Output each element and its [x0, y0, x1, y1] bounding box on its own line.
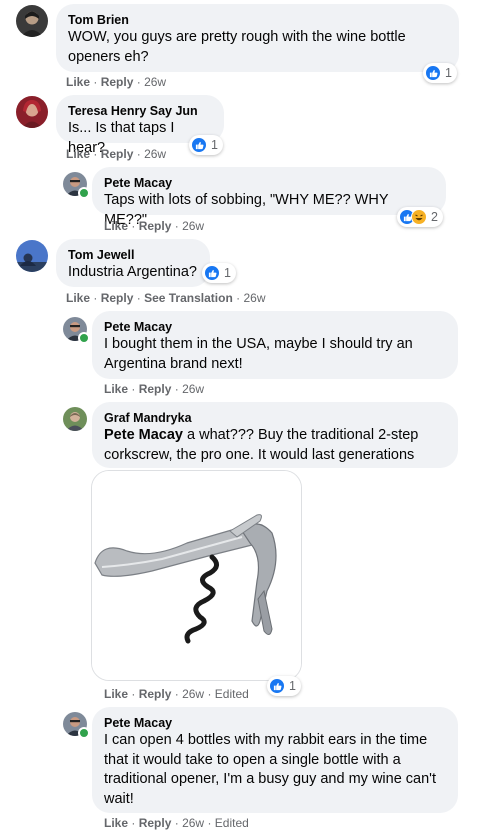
see-translation-link[interactable]: See Translation — [144, 291, 233, 305]
comment-author[interactable]: Pete Macay — [104, 715, 446, 731]
timestamp[interactable]: 26w — [182, 219, 204, 233]
separator: · — [136, 291, 141, 305]
online-status-icon — [78, 187, 90, 199]
separator: · — [93, 291, 98, 305]
haha-reaction-icon — [411, 209, 427, 225]
comment-bubble: Pete Macay Taps with lots of sobbing, "W… — [92, 167, 446, 228]
separator: · — [236, 291, 241, 305]
timestamp[interactable]: 26w — [182, 382, 204, 396]
comment-text: I bought them in the USA, maybe I should… — [104, 336, 413, 372]
mention-link[interactable]: Pete Macay — [104, 427, 183, 443]
like-link[interactable]: Like — [66, 291, 90, 305]
reaction-count: 1 — [289, 679, 296, 693]
comment-actions: Like · Reply · 26w — [104, 218, 204, 234]
edited-label[interactable]: Edited — [215, 687, 249, 701]
separator: · — [136, 75, 141, 89]
separator: · — [174, 816, 179, 830]
comment-actions: Like · Reply · 26w — [66, 74, 166, 90]
comment-author[interactable]: Pete Macay — [104, 319, 446, 335]
separator: · — [174, 219, 179, 233]
like-link[interactable]: Like — [104, 219, 128, 233]
reply-link[interactable]: Reply — [139, 219, 172, 233]
timestamp[interactable]: 26w — [182, 816, 204, 830]
like-link[interactable]: Like — [66, 147, 90, 161]
comment-text: I can open 4 bottles with my rabbit ears… — [104, 732, 436, 807]
comment-author[interactable]: Pete Macay — [104, 175, 434, 191]
avatar[interactable] — [16, 96, 48, 128]
like-reaction-icon — [204, 265, 220, 281]
reaction-summary[interactable]: 1 — [202, 263, 236, 283]
separator: · — [131, 687, 136, 701]
attached-photo[interactable] — [91, 470, 302, 681]
edited-label[interactable]: Edited — [215, 816, 249, 830]
reply-link[interactable]: Reply — [139, 687, 172, 701]
corkscrew-image — [92, 471, 301, 680]
reply-link[interactable]: Reply — [139, 816, 172, 830]
comment-author[interactable]: Graf Mandryka — [104, 410, 446, 426]
comment-author[interactable]: Tom Jewell — [68, 247, 198, 263]
online-status-icon — [78, 727, 90, 739]
like-link[interactable]: Like — [104, 382, 128, 396]
separator: · — [136, 147, 141, 161]
separator: · — [131, 382, 136, 396]
comment-text: Pete Macay a what??? Buy the traditional… — [104, 426, 446, 465]
separator: · — [93, 147, 98, 161]
online-status-icon — [78, 332, 90, 344]
comment-text: WOW, you guys are pretty rough with the … — [68, 29, 406, 65]
comment-bubble: Pete Macay I can open 4 bottles with my … — [92, 707, 458, 813]
separator: · — [93, 75, 98, 89]
comment-actions: Like · Reply · 26w — [104, 381, 204, 397]
separator: · — [207, 687, 212, 701]
reaction-summary[interactable]: 2 — [397, 207, 443, 227]
timestamp[interactable]: 26w — [243, 291, 265, 305]
timestamp[interactable]: 26w — [144, 147, 166, 161]
separator: · — [174, 687, 179, 701]
reply-link[interactable]: Reply — [139, 382, 172, 396]
timestamp[interactable]: 26w — [144, 75, 166, 89]
timestamp[interactable]: 26w — [182, 687, 204, 701]
separator: · — [174, 382, 179, 396]
reaction-count: 1 — [211, 138, 218, 152]
comment-bubble: Graf Mandryka Pete Macay a what??? Buy t… — [92, 402, 458, 468]
like-reaction-icon — [425, 65, 441, 81]
like-reaction-icon — [191, 137, 207, 153]
comment-actions: Like · Reply · 26w — [66, 146, 166, 162]
reply-link[interactable]: Reply — [101, 147, 134, 161]
like-link[interactable]: Like — [66, 75, 90, 89]
avatar[interactable] — [63, 407, 87, 431]
separator: · — [131, 219, 136, 233]
reaction-count: 1 — [224, 266, 231, 280]
comment-author[interactable]: Teresa Henry Say Jun — [68, 103, 212, 119]
reply-link[interactable]: Reply — [101, 75, 134, 89]
separator: · — [207, 816, 212, 830]
comment-actions: Like · Reply · 26w · Edited — [104, 686, 249, 702]
reaction-summary[interactable]: 1 — [189, 135, 223, 155]
avatar[interactable] — [16, 240, 48, 272]
comment-author[interactable]: Tom Brien — [68, 12, 447, 28]
comment-text: Industria Argentina? — [68, 264, 197, 280]
reaction-summary[interactable]: 1 — [267, 676, 301, 696]
reply-link[interactable]: Reply — [101, 291, 134, 305]
comment-bubble: Tom Jewell Industria Argentina? — [56, 239, 210, 287]
like-reaction-icon — [269, 678, 285, 694]
comment-bubble: Pete Macay I bought them in the USA, may… — [92, 311, 458, 379]
separator: · — [131, 816, 136, 830]
like-link[interactable]: Like — [104, 816, 128, 830]
like-link[interactable]: Like — [104, 687, 128, 701]
comment-bubble: Tom Brien WOW, you guys are pretty rough… — [56, 4, 459, 72]
comment-actions: Like · Reply · 26w · Edited — [104, 815, 249, 831]
reaction-summary[interactable]: 1 — [423, 63, 457, 83]
avatar[interactable] — [16, 5, 48, 37]
comment-actions: Like · Reply · See Translation · 26w — [66, 290, 265, 306]
reaction-count: 2 — [431, 210, 438, 224]
reaction-count: 1 — [445, 66, 452, 80]
